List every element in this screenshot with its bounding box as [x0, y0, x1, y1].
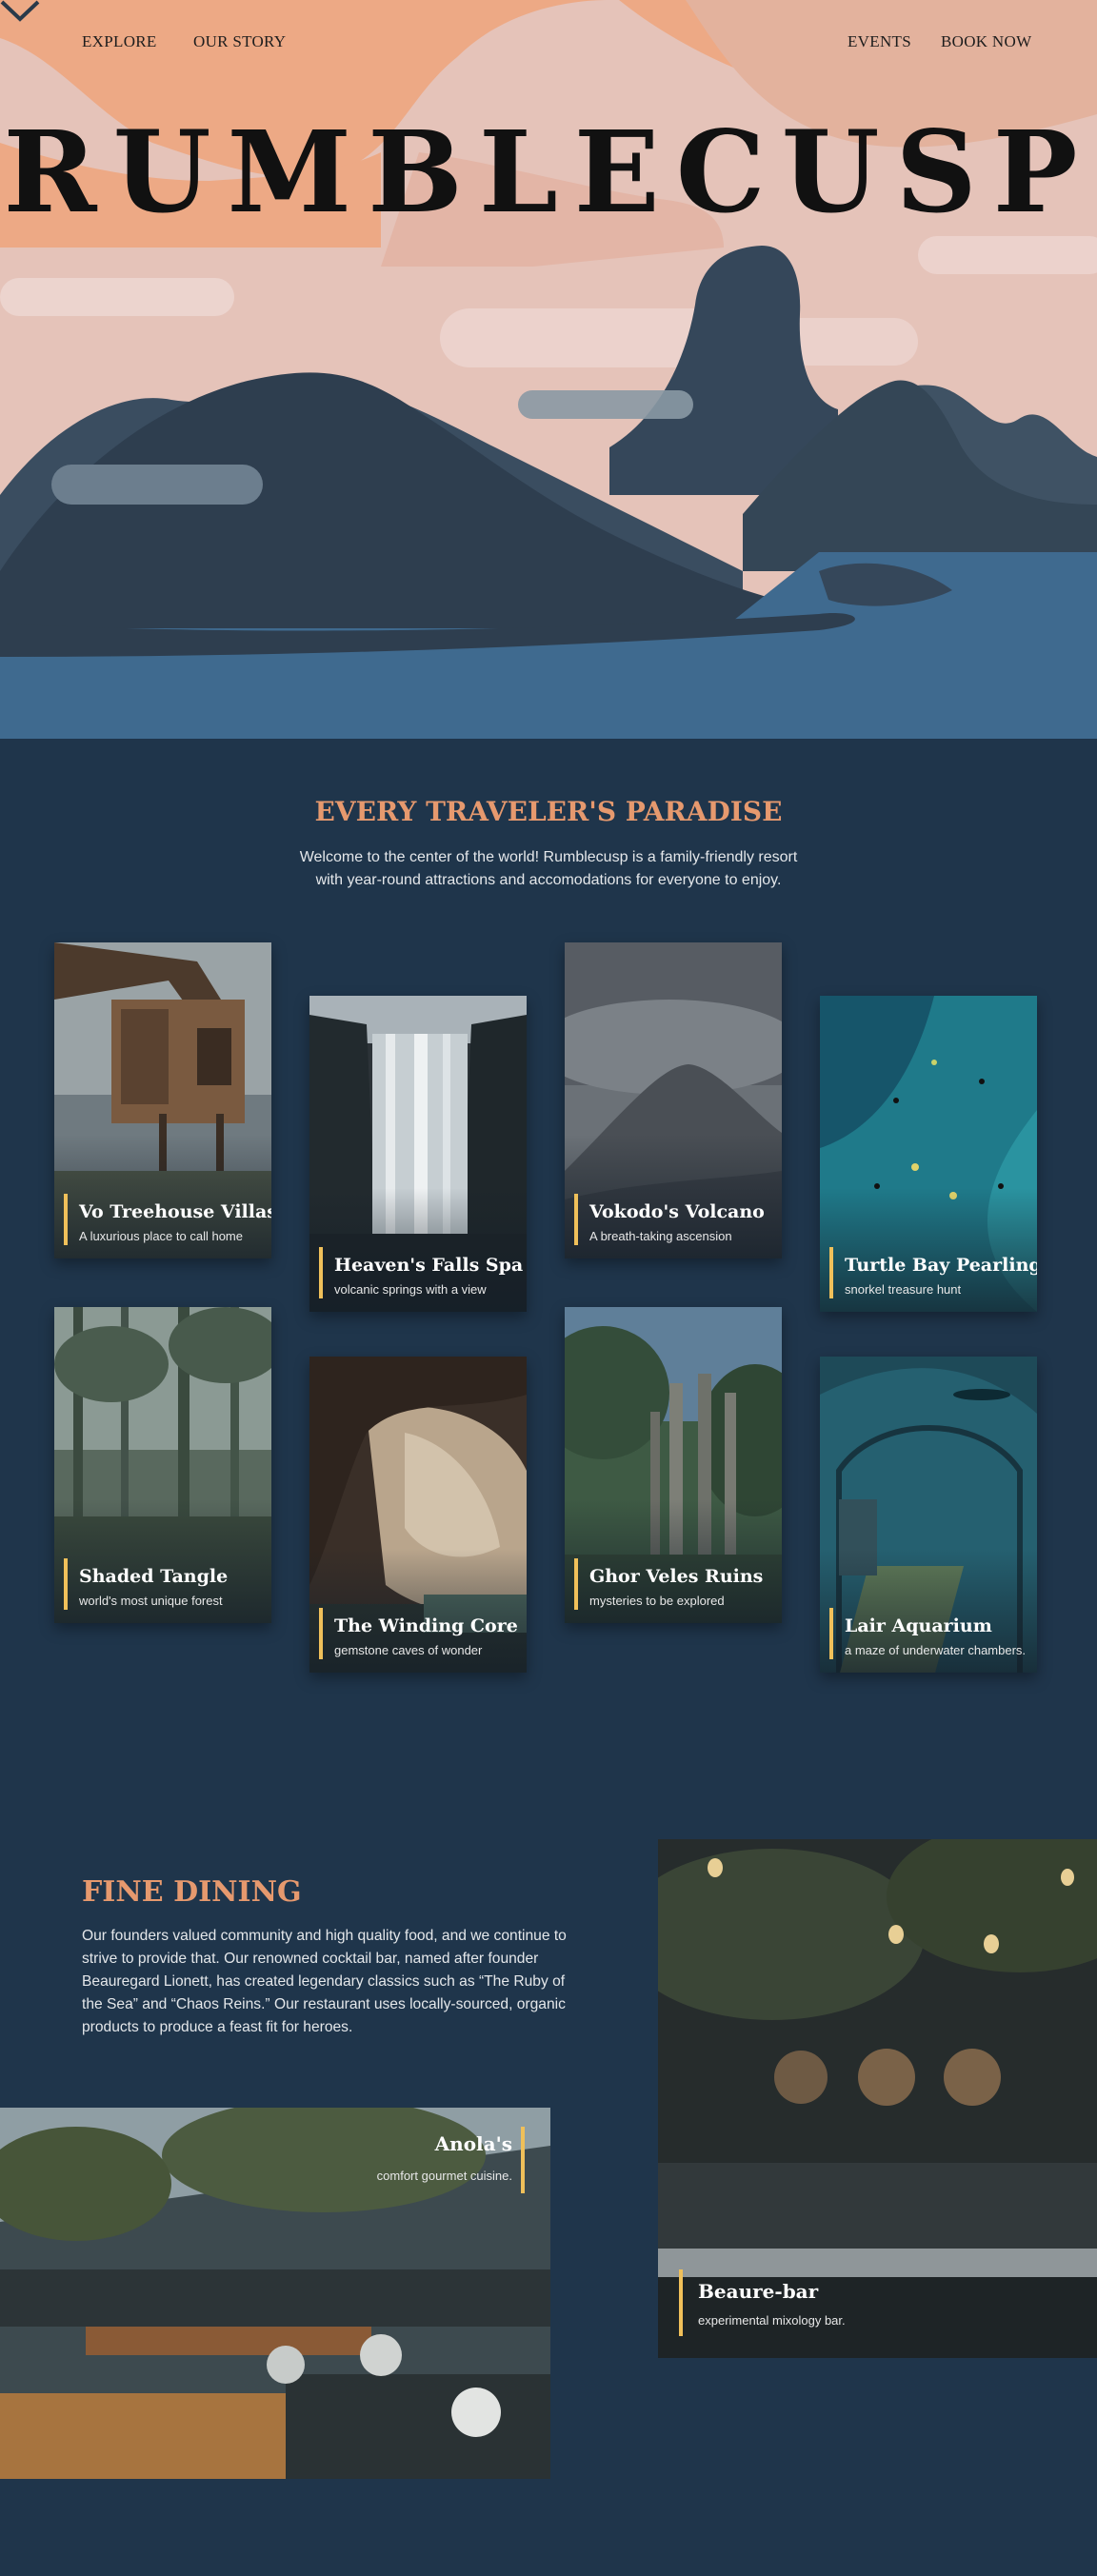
attraction-card-turtle-bay[interactable]: Turtle Bay Pearling snorkel treasure hun… — [820, 996, 1037, 1312]
attraction-description: gemstone caves of wonder — [334, 1643, 483, 1657]
attraction-card-aquarium[interactable]: Lair Aquarium a maze of underwater chamb… — [820, 1357, 1037, 1673]
attraction-description: A luxurious place to call home — [79, 1229, 243, 1243]
attraction-card-ruins[interactable]: Ghor Veles Ruins mysteries to be explore… — [565, 1307, 782, 1623]
attraction-name: Vo Treehouse Villas — [79, 1201, 271, 1222]
bar-card[interactable]: Beaure-bar experimental mixology bar. — [658, 1839, 1097, 2358]
restaurant-photo — [0, 2108, 550, 2479]
attraction-description: A breath-taking ascension — [589, 1229, 732, 1243]
attraction-name: Shaded Tangle — [79, 1566, 229, 1587]
attraction-description: snorkel treasure hunt — [845, 1282, 962, 1297]
restaurant-description: comfort gourmet cuisine. — [376, 2169, 512, 2183]
attraction-description: world's most unique forest — [79, 1594, 223, 1608]
attraction-card-cave[interactable]: The Winding Core gemstone caves of wonde… — [309, 1357, 527, 1673]
attraction-card-waterfall[interactable]: Heaven's Falls Spa volcanic springs with… — [309, 996, 527, 1312]
attraction-name: Ghor Veles Ruins — [589, 1566, 764, 1587]
attraction-name: Lair Aquarium — [845, 1615, 992, 1636]
bar-name: Beaure-bar — [698, 2280, 819, 2303]
accent-bar — [64, 1558, 68, 1610]
nav-our-story-link[interactable]: OUR STORY — [193, 32, 286, 51]
accent-bar — [829, 1608, 833, 1659]
dining-heading: FINE DINING — [82, 1875, 302, 1909]
bar-description: experimental mixology bar. — [698, 2313, 846, 2328]
accent-bar — [319, 1608, 323, 1659]
attraction-name: The Winding Core — [334, 1615, 518, 1636]
attraction-name: Heaven's Falls Spa — [334, 1255, 524, 1276]
attraction-description: mysteries to be explored — [589, 1594, 725, 1608]
paradise-heading: EVERY TRAVELER'S PARADISE — [314, 796, 783, 827]
accent-bar — [679, 2269, 683, 2336]
attraction-card-forest[interactable]: Shaded Tangle world's most unique forest — [54, 1307, 271, 1623]
hero-banner: EXPLORE OUR STORY EVENTS BOOK NOW RUMBLE… — [0, 0, 1097, 739]
nav-events-link[interactable]: EVENTS — [848, 32, 911, 51]
attraction-description: a maze of underwater chambers. — [845, 1643, 1027, 1657]
attraction-description: volcanic springs with a view — [334, 1282, 487, 1297]
accent-bar — [574, 1558, 578, 1610]
attraction-card-treehouse[interactable]: Vo Treehouse Villas A luxurious place to… — [54, 942, 271, 1258]
paradise-intro: Welcome to the center of the world! Rumb… — [299, 849, 798, 888]
nav-book-now-link[interactable]: BOOK NOW — [941, 32, 1031, 51]
accent-bar — [521, 2127, 525, 2193]
attraction-card-volcano[interactable]: Vokodo's Volcano A breath-taking ascensi… — [565, 942, 782, 1258]
accent-bar — [319, 1247, 323, 1298]
resort-title: RUMBLECUSP — [3, 106, 1094, 238]
dining-description: Our founders valued community and high q… — [82, 1928, 567, 2035]
accent-bar — [574, 1194, 578, 1245]
attraction-name: Turtle Bay Pearling — [845, 1255, 1037, 1276]
nav-explore-link[interactable]: EXPLORE — [82, 32, 157, 51]
chevron-down-icon[interactable] — [0, 0, 40, 23]
accent-bar — [829, 1247, 833, 1298]
accent-bar — [64, 1194, 68, 1245]
restaurant-name: Anola's — [434, 2132, 512, 2155]
attraction-name: Vokodo's Volcano — [589, 1201, 765, 1222]
restaurant-card[interactable]: Anola's comfort gourmet cuisine. — [0, 2108, 550, 2479]
